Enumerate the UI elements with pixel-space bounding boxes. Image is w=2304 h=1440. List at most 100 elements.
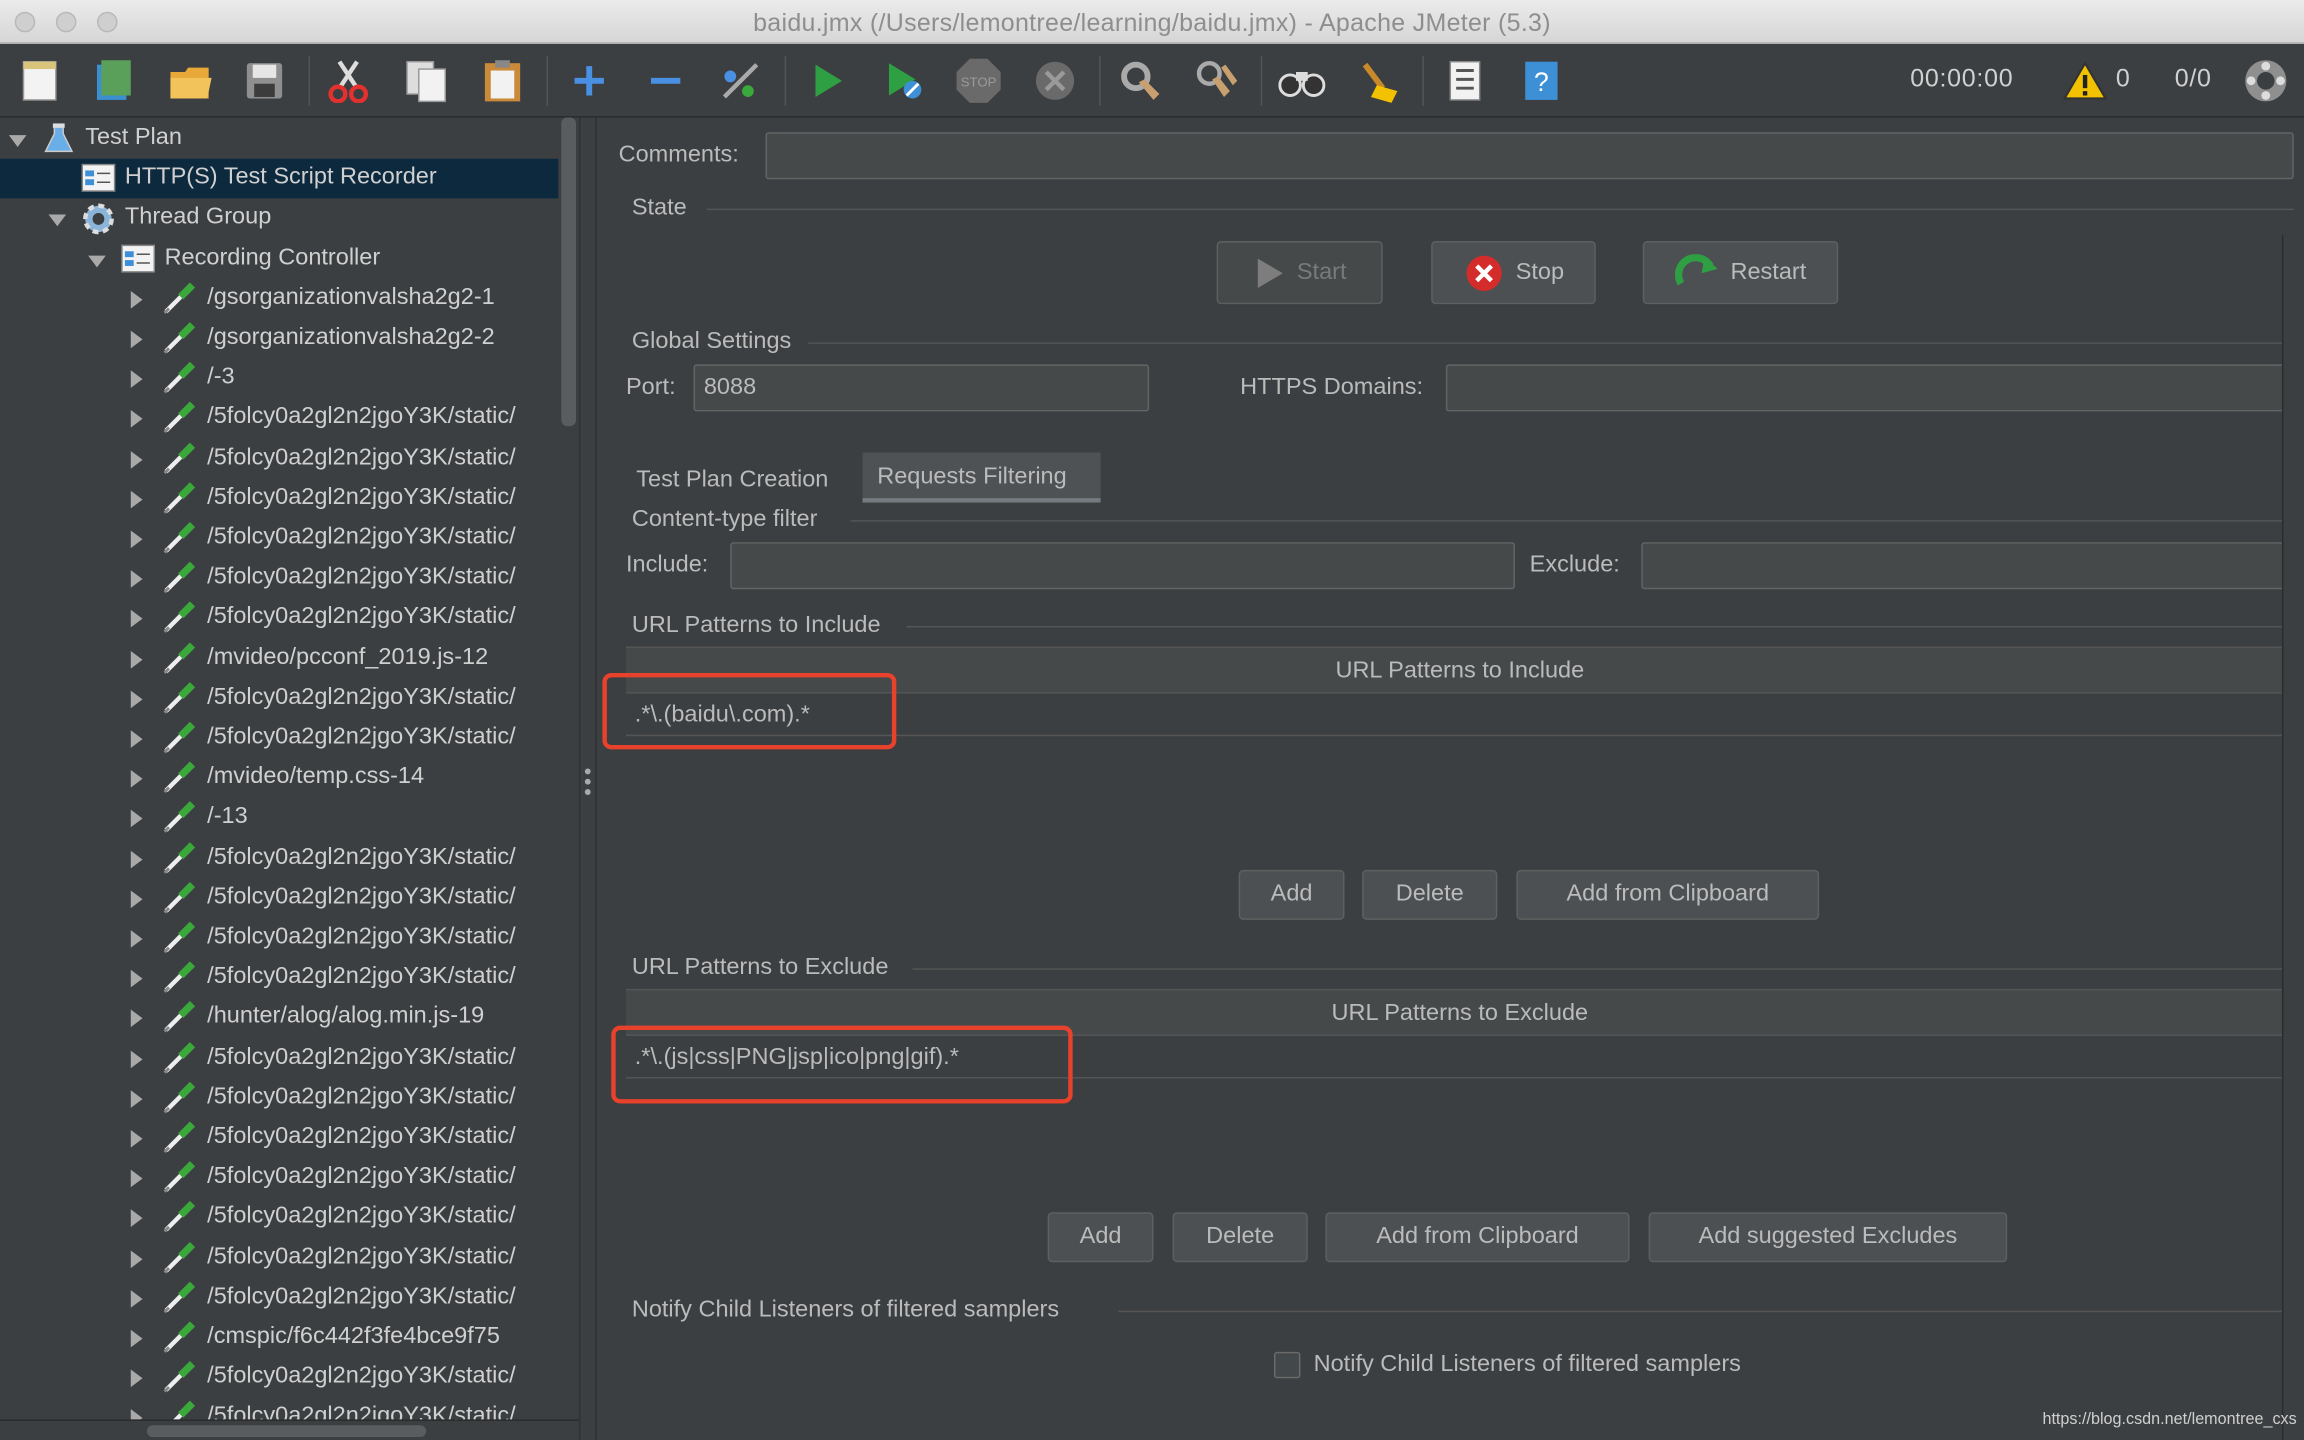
- start-no-pauses-icon[interactable]: [879, 56, 929, 106]
- search-icon[interactable]: [1277, 56, 1327, 106]
- tree-item[interactable]: /5folcy0a2gl2n2jgoY3K/static/: [0, 1278, 558, 1318]
- expand-arrow-icon[interactable]: [130, 530, 143, 549]
- expand-arrow-icon[interactable]: [130, 810, 143, 828]
- tree-item[interactable]: /5folcy0a2gl2n2jgoY3K/static/: [0, 399, 558, 439]
- expand-arrow-icon[interactable]: [130, 770, 143, 788]
- stop-button[interactable]: Stop: [1431, 240, 1596, 305]
- cut-icon[interactable]: [323, 56, 373, 106]
- tree-item[interactable]: /5folcy0a2gl2n2jgoY3K/static/: [0, 1118, 558, 1158]
- collapse-arrow-icon[interactable]: [8, 135, 27, 147]
- expand-arrow-icon[interactable]: [130, 1169, 143, 1188]
- tree-scrollbar[interactable]: [561, 117, 577, 427]
- expand-arrow-icon[interactable]: [130, 650, 143, 668]
- remote-status-icon[interactable]: [2241, 56, 2291, 106]
- tree-item[interactable]: /5folcy0a2gl2n2jgoY3K/static/: [0, 1158, 558, 1198]
- expand-arrow-icon[interactable]: [130, 1369, 143, 1388]
- expand-arrow-icon[interactable]: [130, 1129, 143, 1148]
- tree-item[interactable]: /5folcy0a2gl2n2jgoY3K/static/: [0, 958, 558, 998]
- collapse-arrow-icon[interactable]: [48, 215, 67, 227]
- expand-arrow-icon[interactable]: [130, 410, 143, 429]
- tree-item[interactable]: /5folcy0a2gl2n2jgoY3K/static/: [0, 679, 558, 719]
- copy-icon[interactable]: [401, 56, 451, 106]
- tree-item[interactable]: HTTP(S) Test Script Recorder: [0, 158, 559, 199]
- tab-test-plan-creation[interactable]: Test Plan Creation: [622, 456, 843, 506]
- expand-arrow-icon[interactable]: [130, 570, 143, 589]
- comments-field[interactable]: [765, 132, 2294, 180]
- expand-arrow-icon[interactable]: [130, 970, 143, 988]
- tree-item[interactable]: /mvideo/temp.css-14: [0, 758, 558, 798]
- save-icon[interactable]: [240, 56, 290, 106]
- tree-item[interactable]: /5folcy0a2gl2n2jgoY3K/static/: [0, 918, 558, 958]
- templates-icon[interactable]: [88, 56, 138, 106]
- tree-item[interactable]: Test Plan: [0, 119, 558, 159]
- expand-arrow-icon[interactable]: [130, 930, 143, 948]
- expand-arrow-icon[interactable]: [130, 1010, 143, 1028]
- expand-arrow-icon[interactable]: [130, 330, 143, 349]
- start-button[interactable]: Start: [1216, 240, 1383, 305]
- open-icon[interactable]: [165, 56, 215, 106]
- shutdown-icon[interactable]: [1030, 56, 1080, 106]
- tree-item[interactable]: /5folcy0a2gl2n2jgoY3K/static/: [0, 479, 558, 519]
- tree-item[interactable]: /hunter/alog/alog.min.js-19: [0, 998, 558, 1038]
- clear-all-icon[interactable]: [1192, 56, 1242, 106]
- include-add-button[interactable]: Add: [1238, 869, 1345, 920]
- expand-arrow-icon[interactable]: [130, 1089, 143, 1108]
- tree-item[interactable]: /mvideo/pcconf_2019.js-12: [0, 639, 558, 679]
- new-icon[interactable]: [15, 56, 65, 106]
- expand-arrow-icon[interactable]: [130, 1209, 143, 1228]
- content-include-field[interactable]: [730, 542, 1515, 590]
- exclude-add-clipboard-button[interactable]: Add from Clipboard: [1325, 1212, 1630, 1263]
- function-helper-icon[interactable]: [1440, 56, 1490, 106]
- expand-arrow-icon[interactable]: [130, 1289, 143, 1308]
- split-pane-divider[interactable]: [578, 117, 597, 1440]
- expand-arrow-icon[interactable]: [130, 490, 143, 509]
- tree-item[interactable]: /5folcy0a2gl2n2jgoY3K/static/: [0, 1078, 558, 1118]
- collapse-arrow-icon[interactable]: [88, 255, 106, 267]
- tree-item[interactable]: /gsorganizationvalsha2g2-2: [0, 319, 558, 359]
- expand-arrow-icon[interactable]: [130, 1050, 143, 1068]
- tree-item[interactable]: /5folcy0a2gl2n2jgoY3K/static/: [0, 519, 558, 559]
- tree-item[interactable]: /-13: [0, 798, 558, 838]
- start-icon[interactable]: [802, 56, 852, 106]
- exclude-delete-button[interactable]: Delete: [1172, 1212, 1308, 1263]
- scrollbar-thumb[interactable]: [146, 1425, 427, 1438]
- clear-icon[interactable]: [1115, 56, 1165, 106]
- expand-arrow-icon[interactable]: [130, 690, 143, 708]
- tree-item[interactable]: /5folcy0a2gl2n2jgoY3K/static/: [0, 878, 558, 918]
- add-suggested-excludes-button[interactable]: Add suggested Excludes: [1648, 1212, 2008, 1263]
- tree-horizontal-scrollbar[interactable]: [0, 1419, 579, 1440]
- expand-arrow-icon[interactable]: [130, 290, 143, 309]
- tab-requests-filtering[interactable]: Requests Filtering: [862, 452, 1101, 503]
- toggle-icon[interactable]: [716, 56, 766, 106]
- tree-item[interactable]: Recording Controller: [0, 239, 558, 279]
- tree-item[interactable]: /5folcy0a2gl2n2jgoY3K/static/: [0, 1198, 558, 1238]
- expand-arrow-icon[interactable]: [130, 730, 143, 748]
- expand-arrow-icon[interactable]: [130, 370, 143, 389]
- tree-item[interactable]: /5folcy0a2gl2n2jgoY3K/static/: [0, 439, 558, 479]
- notify-checkbox[interactable]: [1273, 1351, 1301, 1379]
- tree-item[interactable]: /5folcy0a2gl2n2jgoY3K/static/: [0, 1358, 558, 1398]
- include-delete-button[interactable]: Delete: [1362, 869, 1498, 920]
- help-icon[interactable]: ?: [1516, 56, 1566, 106]
- stop-icon[interactable]: STOP: [954, 56, 1004, 106]
- port-field[interactable]: 8088: [693, 364, 1150, 412]
- warning-icon[interactable]: [2060, 56, 2110, 106]
- expand-arrow-icon[interactable]: [130, 1249, 143, 1268]
- reset-search-icon[interactable]: [1353, 56, 1403, 106]
- collapse-icon[interactable]: [641, 56, 691, 106]
- tree-item[interactable]: /5folcy0a2gl2n2jgoY3K/static/: [0, 1238, 558, 1278]
- panel-scrollbar[interactable]: [2281, 235, 2304, 1440]
- expand-arrow-icon[interactable]: [130, 850, 143, 868]
- tree-item[interactable]: /-3: [0, 359, 558, 399]
- tree-item[interactable]: /5folcy0a2gl2n2jgoY3K/static/: [0, 838, 558, 878]
- expand-arrow-icon[interactable]: [130, 890, 143, 908]
- tree-item[interactable]: /5folcy0a2gl2n2jgoY3K/static/: [0, 1038, 558, 1078]
- tree-item[interactable]: /gsorganizationvalsha2g2-1: [0, 279, 558, 319]
- expand-arrow-icon[interactable]: [130, 1329, 143, 1348]
- include-add-clipboard-button[interactable]: Add from Clipboard: [1516, 869, 1820, 920]
- exclude-add-button[interactable]: Add: [1047, 1212, 1154, 1263]
- content-exclude-field[interactable]: [1641, 542, 2294, 590]
- expand-arrow-icon[interactable]: [130, 610, 143, 629]
- paste-icon[interactable]: [478, 56, 528, 106]
- tree-item[interactable]: /5folcy0a2gl2n2jgoY3K/static/: [0, 719, 558, 759]
